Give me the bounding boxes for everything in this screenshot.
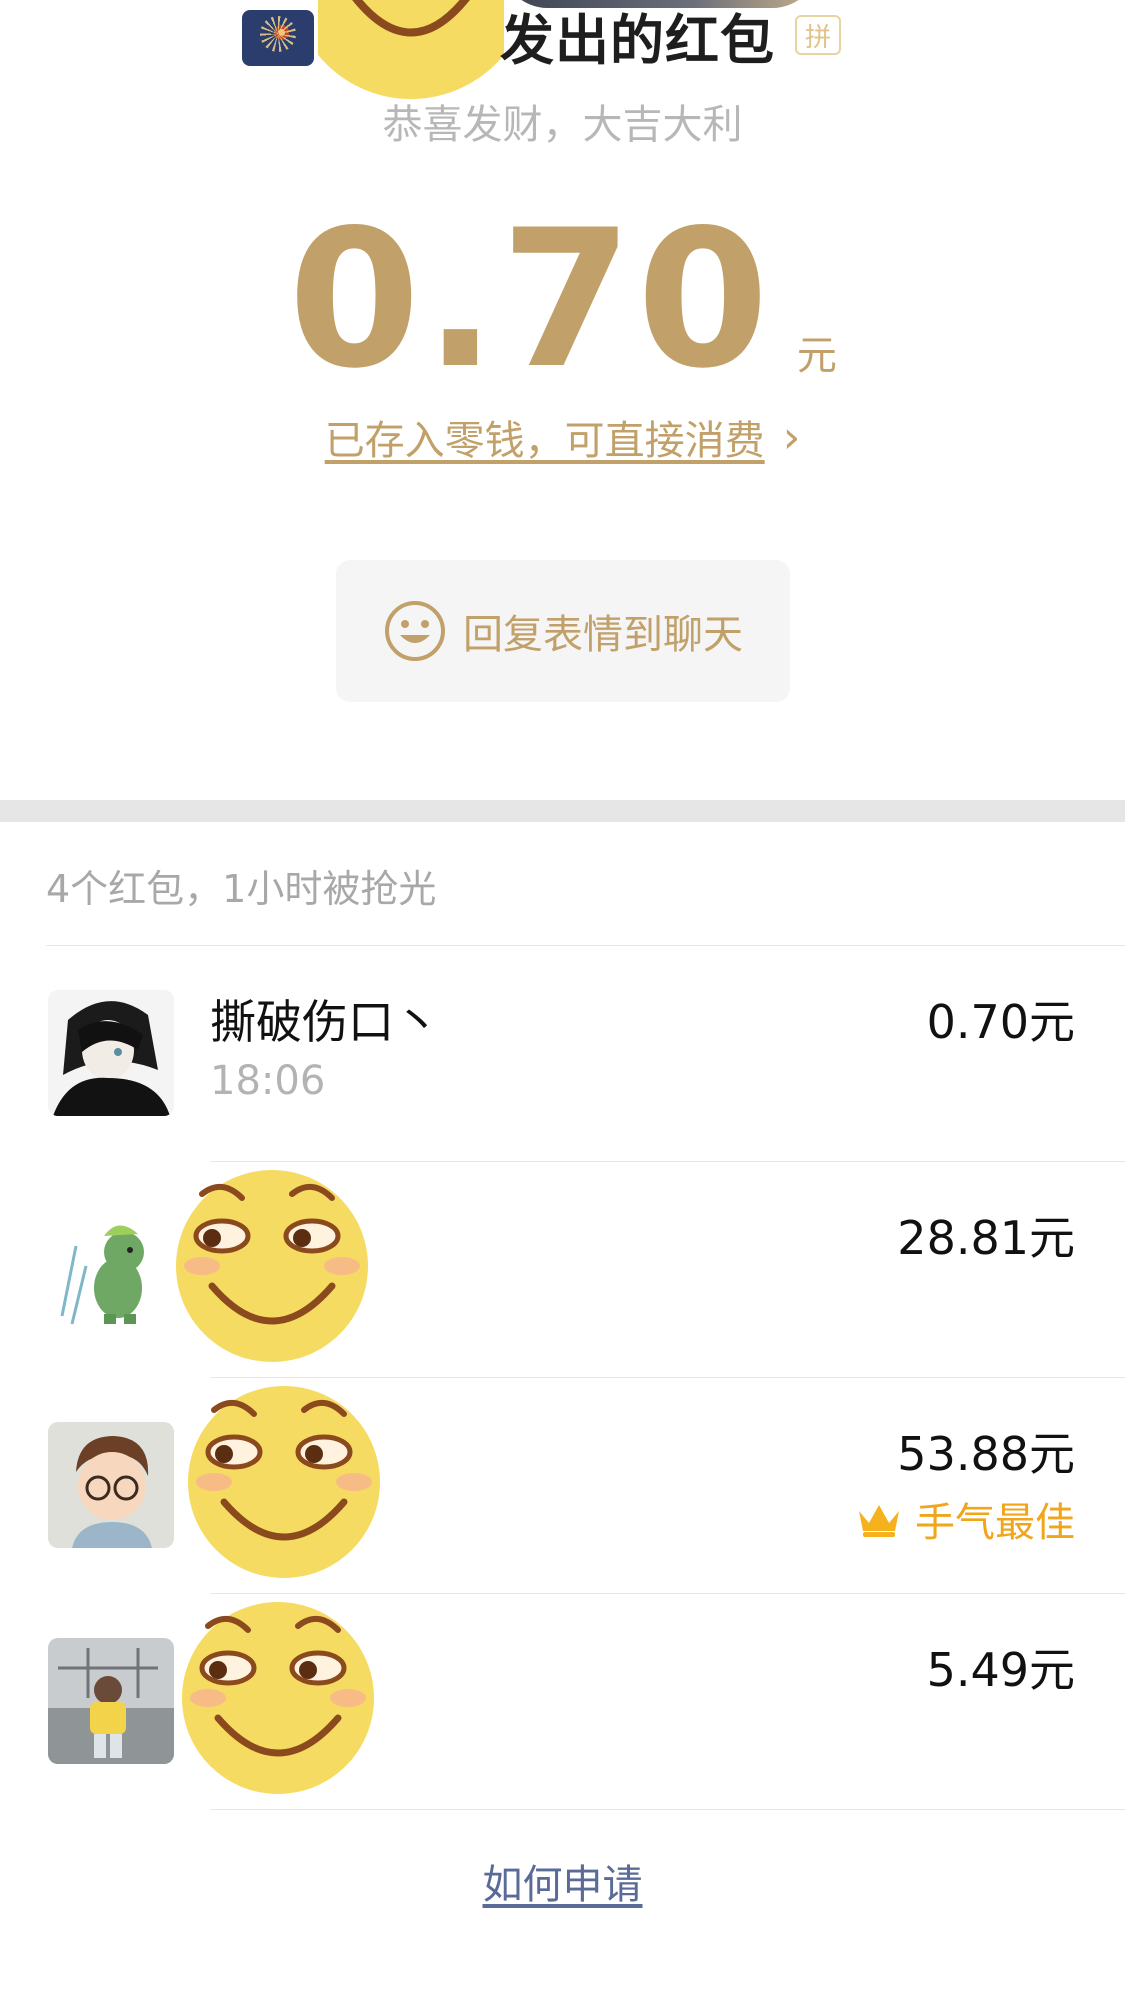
recipient-amount: 28.81元 — [897, 1211, 1075, 1265]
avatar — [48, 1638, 174, 1764]
red-packet-header: 发出的红包 拼 恭喜发财，大吉大利 0.70 元 已存入零钱，可直接消费 › 回… — [0, 0, 1125, 800]
amount-display: 0.70 元 — [0, 205, 1125, 395]
recipient-amount: 53.88元 — [897, 1427, 1075, 1481]
smile-emoji-icon — [318, 0, 504, 99]
recipient-row[interactable]: 28.81元 — [0, 1162, 1125, 1378]
recipient-name: 撕破伤口丶 — [210, 995, 440, 1049]
reply-sticker-label: 回复表情到聊天 — [463, 612, 743, 658]
recipient-time: 18:06 — [210, 1058, 326, 1104]
greeting-subtitle: 恭喜发财，大吉大利 — [382, 102, 743, 148]
group-packet-badge: 拼 — [795, 15, 841, 55]
reply-sticker-button[interactable]: 回复表情到聊天 — [336, 560, 790, 702]
recipient-list: 撕破伤口丶 18:06 0.70元 28.81元 53.88元 手气最佳 5.4… — [0, 946, 1125, 1810]
avatar — [48, 1206, 174, 1332]
avatar — [48, 990, 174, 1116]
saved-to-wallet-label: 已存入零钱，可直接消费 — [324, 418, 765, 464]
recipient-amount: 0.70元 — [926, 995, 1075, 1049]
saved-to-wallet-link[interactable]: 已存入零钱，可直接消费 › — [0, 408, 1125, 466]
section-divider — [0, 800, 1125, 822]
recipient-row[interactable]: 撕破伤口丶 18:06 0.70元 — [0, 946, 1125, 1162]
amount-unit: 元 — [796, 333, 837, 379]
chevron-right-icon: › — [782, 411, 801, 463]
sly-smile-emoji-icon — [182, 1602, 374, 1794]
best-luck-badge: 手气最佳 — [855, 1490, 1075, 1548]
row-divider — [210, 1809, 1125, 1810]
amount-value: 0.70 — [288, 189, 773, 410]
sly-smile-emoji-icon — [188, 1386, 380, 1578]
best-luck-label: 手气最佳 — [915, 1500, 1075, 1546]
how-to-apply-link[interactable]: 如何申请 — [0, 1852, 1125, 1910]
recipient-amount: 5.49元 — [926, 1643, 1075, 1697]
sender-avatar — [242, 10, 314, 66]
recipient-row[interactable]: 53.88元 手气最佳 — [0, 1378, 1125, 1594]
sly-smile-emoji-icon — [176, 1170, 368, 1362]
packet-summary: 4个红包，1小时被抢光 — [46, 867, 437, 911]
recipient-row[interactable]: 5.49元 — [0, 1594, 1125, 1810]
title-row: 发出的红包 拼 — [500, 0, 841, 72]
avatar — [48, 1422, 174, 1548]
crown-icon — [859, 1505, 899, 1537]
page-title: 发出的红包 — [500, 8, 775, 72]
smile-icon — [385, 601, 445, 661]
